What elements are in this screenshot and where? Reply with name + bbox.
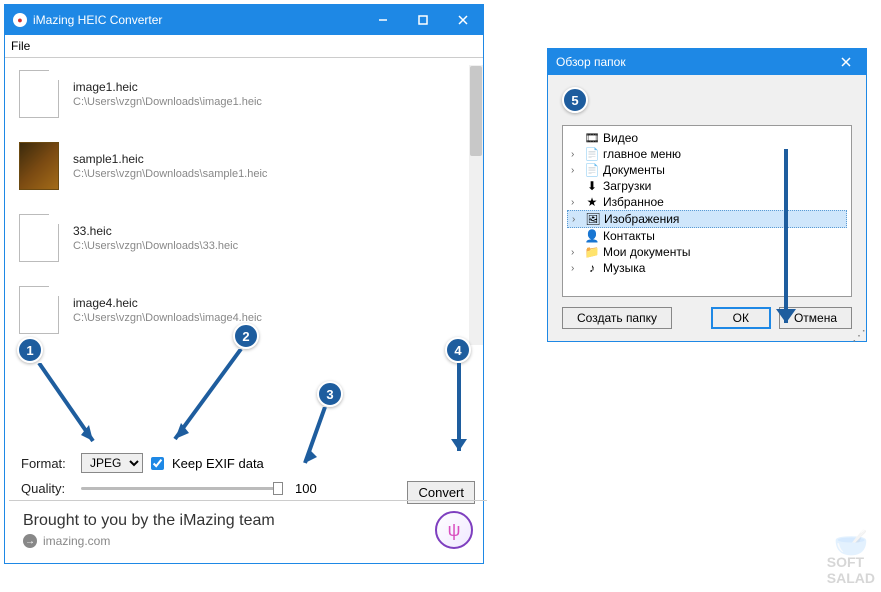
imazing-link[interactable]: → imazing.com <box>23 534 435 548</box>
tree-item[interactable]: 👤 Контакты <box>567 228 847 244</box>
tree-item[interactable]: ⬇ Загрузки <box>567 178 847 194</box>
file-item[interactable]: sample1.heic C:\Users\vzgn\Downloads\samp… <box>5 130 483 202</box>
quality-slider[interactable] <box>81 487 281 490</box>
cancel-button[interactable]: Отмена <box>779 307 852 329</box>
file-name: image4.heic <box>73 296 262 310</box>
file-path: C:\Users\vzgn\Downloads\33.heic <box>73 240 238 252</box>
create-folder-button[interactable]: Создать папку <box>562 307 672 329</box>
folder-type-icon: 🎞 <box>585 131 599 145</box>
callout-1: 1 <box>17 337 43 363</box>
titlebar[interactable]: ● iMazing HEIC Converter <box>5 5 483 35</box>
chevron-icon: › <box>571 197 581 208</box>
footer-brought: Brought to you by the iMazing team <box>23 512 435 530</box>
chevron-icon: › <box>571 263 581 274</box>
folder-type-icon: 🖼 <box>586 212 600 226</box>
file-thumbnail <box>19 286 59 334</box>
tree-item[interactable]: › 📁 Мои документы <box>567 244 847 260</box>
folder-type-icon: ★ <box>585 195 599 209</box>
ok-button[interactable]: ОК <box>711 307 771 329</box>
callout-4: 4 <box>445 337 471 363</box>
tree-item[interactable]: › ★ Избранное <box>567 194 847 210</box>
keep-exif-checkbox[interactable] <box>151 457 164 470</box>
imazing-window: ● iMazing HEIC Converter File image1.hei… <box>4 4 484 564</box>
folder-type-icon: ♪ <box>585 261 599 275</box>
tree-item[interactable]: › 🖼 Изображения <box>567 210 847 228</box>
folder-type-icon: 📄 <box>585 147 599 161</box>
file-name: 33.heic <box>73 224 238 238</box>
resize-grip-icon[interactable]: ⋰ <box>852 327 864 339</box>
chevron-icon: › <box>571 149 581 160</box>
link-arrow-icon: → <box>23 534 37 548</box>
folder-type-icon: 📄 <box>585 163 599 177</box>
file-list[interactable]: image1.heic C:\Users\vzgn\Downloads\image… <box>5 58 483 338</box>
quality-label: Quality: <box>21 481 73 496</box>
callout-3: 3 <box>317 381 343 407</box>
folder-tree[interactable]: 🎞 Видео › 📄 главное меню › 📄 Документы ⬇ Загрузки… <box>562 125 852 297</box>
tree-item-label: главное меню <box>603 147 681 161</box>
folder-browse-dialog: Обзор папок 5 🎞 Видео › 📄 главное меню › 📄 Доку… <box>547 48 867 342</box>
tree-item-label: Музыка <box>603 261 645 275</box>
file-path: C:\Users\vzgn\Downloads\sample1.heic <box>73 168 267 180</box>
browse-close-button[interactable] <box>826 47 866 77</box>
callout-2: 2 <box>233 323 259 349</box>
tree-item[interactable]: 🎞 Видео <box>567 130 847 146</box>
watermark: 🥣 SOFTSALAD <box>827 532 875 586</box>
tree-item-label: Мои документы <box>603 245 690 259</box>
tree-item-label: Загрузки <box>603 179 651 193</box>
imazing-logo-icon: ψ <box>435 511 473 549</box>
file-item[interactable]: image1.heic C:\Users\vzgn\Downloads\image… <box>5 58 483 130</box>
tree-item[interactable]: › 📄 Документы <box>567 162 847 178</box>
folder-type-icon: 📁 <box>585 245 599 259</box>
window-title: iMazing HEIC Converter <box>33 13 363 27</box>
folder-type-icon: 👤 <box>585 229 599 243</box>
tree-item[interactable]: › 📄 главное меню <box>567 146 847 162</box>
tree-item-label: Видео <box>603 131 638 145</box>
file-thumbnail <box>19 214 59 262</box>
file-name: image1.heic <box>73 80 262 94</box>
chevron-icon: › <box>571 165 581 176</box>
footer: Brought to you by the iMazing team → ima… <box>9 500 487 559</box>
browse-title: Обзор папок <box>556 55 826 69</box>
callout-5: 5 <box>562 87 588 113</box>
menu-file[interactable]: File <box>11 39 30 53</box>
maximize-button[interactable] <box>403 5 443 35</box>
chevron-icon: › <box>571 247 581 258</box>
app-icon: ● <box>13 13 27 27</box>
minimize-button[interactable] <box>363 5 403 35</box>
tree-item-label: Контакты <box>603 229 655 243</box>
scrollbar[interactable] <box>469 65 483 345</box>
file-item[interactable]: 33.heic C:\Users\vzgn\Downloads\33.heic <box>5 202 483 274</box>
tree-item[interactable]: › ♪ Музыка <box>567 260 847 276</box>
menu-bar: File <box>5 35 483 58</box>
chevron-icon: › <box>572 214 582 225</box>
format-label: Format: <box>21 456 73 471</box>
file-path: C:\Users\vzgn\Downloads\image4.heic <box>73 312 262 324</box>
tree-item-label: Документы <box>603 163 665 177</box>
file-path: C:\Users\vzgn\Downloads\image1.heic <box>73 96 262 108</box>
format-select[interactable]: JPEG <box>81 453 143 473</box>
tree-item-label: Избранное <box>603 195 664 209</box>
file-name: sample1.heic <box>73 152 267 166</box>
slider-thumb[interactable] <box>273 482 283 495</box>
close-button[interactable] <box>443 5 483 35</box>
file-thumbnail <box>19 142 59 190</box>
folder-type-icon: ⬇ <box>585 179 599 193</box>
tree-item-label: Изображения <box>604 212 679 226</box>
file-thumbnail <box>19 70 59 118</box>
quality-value: 100 <box>295 481 317 496</box>
keep-exif-label: Keep EXIF data <box>172 456 264 471</box>
